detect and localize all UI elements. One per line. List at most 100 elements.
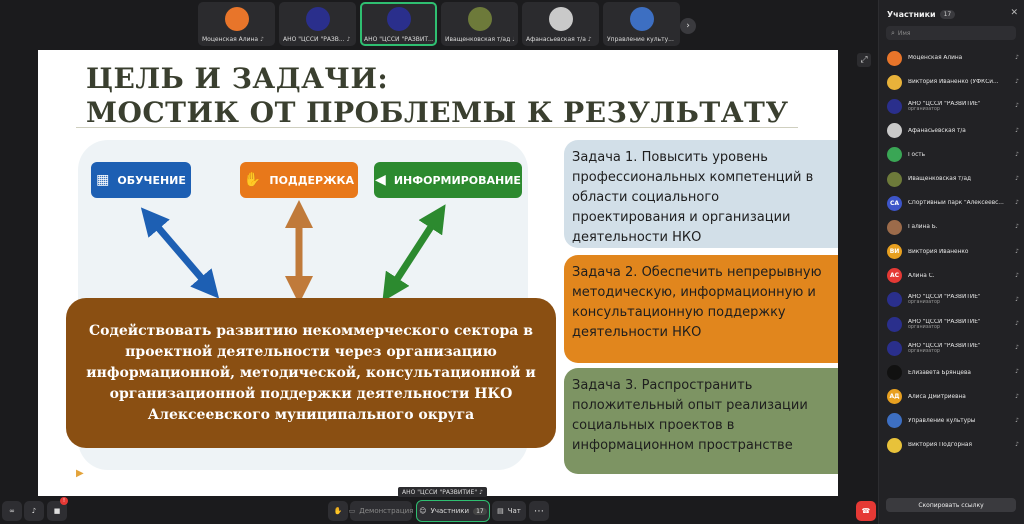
- participant-list-item[interactable]: СА Спортивный парк "Алексеевс... ♪: [879, 191, 1024, 215]
- chat-button[interactable]: ▤ Чат: [492, 501, 526, 521]
- participants-button[interactable]: ☺ Участники 17: [416, 500, 490, 522]
- participant-list-item[interactable]: АС Алина С. ♪: [879, 264, 1024, 288]
- participant-list-item[interactable]: Елизавета Брянцева ♪: [879, 360, 1024, 384]
- thumbnail-name: Афанасьевская т/а: [526, 36, 586, 43]
- participant-name: Алиса Дмитриевна: [908, 393, 966, 400]
- screen-share-label: Демонстрация: [359, 507, 414, 515]
- book-icon: ▦: [96, 172, 110, 188]
- arrow-education: [140, 207, 220, 299]
- participant-list-item[interactable]: Иващенковская т/ад ♪: [879, 167, 1024, 191]
- tag-education: ▦ ОБУЧЕНИЕ: [91, 162, 191, 198]
- thumbnail-label: Иващенковская т/ад♪: [445, 36, 514, 43]
- participant-list-item[interactable]: ВИ Виктория Иваненко ♪: [879, 240, 1024, 264]
- participant-info: Алина С.: [908, 273, 1008, 279]
- close-panel-button[interactable]: ✕: [1010, 8, 1018, 18]
- more-options-button[interactable]: ⋯: [529, 501, 549, 521]
- participants-list: Моценская Алина ♪ Виктория Иваненко (УФКСи…: [879, 46, 1024, 457]
- video-call-window: Моценская Алина ♪ АНО "ЦССИ "РАЗВ... ♪ АНО "…: [0, 0, 1024, 524]
- participant-thumbnails: Моценская Алина ♪ АНО "ЦССИ "РАЗВ... ♪ АНО "…: [198, 2, 680, 48]
- mic-off-icon: ♪: [1015, 295, 1019, 303]
- avatar: [629, 7, 654, 31]
- avatar: АД: [887, 389, 902, 405]
- participants-count-badge: 17: [939, 10, 956, 19]
- participant-name: Управление культуры: [908, 417, 976, 424]
- participant-search-input[interactable]: [897, 29, 1008, 37]
- mic-off-icon: ♪: [31, 507, 37, 515]
- thumbnail-label: Моценская Алина ♪: [202, 36, 271, 43]
- megaphone-icon: ◀: [375, 172, 386, 188]
- panel-title: Участники: [887, 10, 936, 19]
- camera-off-icon: ■: [53, 507, 61, 515]
- people-icon: ☺: [419, 507, 427, 515]
- mic-off-icon: ♪: [346, 36, 351, 43]
- avatar: [887, 74, 902, 90]
- task-1-box: Задача 1. Повысить уровень профессиональ…: [564, 140, 838, 248]
- participant-thumbnail[interactable]: Иващенковская т/ад♪: [441, 2, 518, 46]
- mic-off-icon: ♪: [1015, 223, 1019, 231]
- participant-name: Афанасьевская т/а: [908, 127, 966, 134]
- goal-text: Содействовать развитию некоммерческого с…: [86, 322, 536, 423]
- participant-info: Виктория Иваненко (УФКСи...: [908, 79, 1008, 85]
- chevron-right-icon: ›: [686, 21, 690, 31]
- avatar: [386, 7, 411, 31]
- participant-thumbnail[interactable]: Моценская Алина ♪: [198, 2, 275, 46]
- participant-thumbnail[interactable]: АНО "ЦССИ "РАЗВ... ♪: [279, 2, 356, 46]
- mic-off-icon: ♪: [1015, 271, 1019, 279]
- participant-list-item[interactable]: Афанасьевская т/а ♪: [879, 119, 1024, 143]
- participant-name: Елизавета Брянцева: [908, 369, 971, 376]
- participant-list-item[interactable]: АНО "ЦССИ "РАЗВИТИЕ" организатор ♪: [879, 94, 1024, 118]
- invite-link-button[interactable]: ∞: [2, 501, 22, 521]
- participant-role: организатор: [908, 348, 940, 354]
- participant-thumbnail[interactable]: АНО "ЦССИ "РАЗВИТ...♪: [360, 2, 437, 46]
- screen-share-icon: ▭: [348, 507, 356, 515]
- participant-thumbnail[interactable]: Управление культу...♪: [603, 2, 680, 46]
- participant-list-item[interactable]: Виктория Подгорная ♪: [879, 433, 1024, 457]
- close-icon: ✕: [1010, 8, 1018, 18]
- microphone-toggle[interactable]: ♪: [24, 501, 44, 521]
- participant-list-item[interactable]: АНО "ЦССИ "РАЗВИТИЕ" организатор ♪: [879, 288, 1024, 312]
- panel-header: Участники 17: [887, 10, 956, 19]
- participant-list-item[interactable]: АД Алиса Дмитриевна ♪: [879, 385, 1024, 409]
- mic-off-icon: ♪: [1015, 199, 1019, 207]
- participant-role: организатор: [908, 300, 940, 306]
- leave-call-button[interactable]: ☎: [856, 501, 876, 521]
- raise-hand-button[interactable]: ✋: [328, 501, 348, 521]
- avatar: [887, 316, 902, 332]
- avatar: [887, 340, 902, 356]
- mic-off-icon: ♪: [1015, 368, 1019, 376]
- participant-list-item[interactable]: Гость ♪: [879, 143, 1024, 167]
- mic-off-icon: ♪: [1015, 174, 1019, 182]
- participant-info: АНО "ЦССИ "РАЗВИТИЕ" организатор: [908, 294, 1008, 305]
- thumbnails-next-button[interactable]: ›: [680, 18, 696, 34]
- participant-info: Виктория Подгорная: [908, 442, 1008, 448]
- participant-thumbnail[interactable]: Афанасьевская т/а ♪: [522, 2, 599, 46]
- participants-button-count: 17: [473, 507, 487, 515]
- more-icon: ⋯: [534, 505, 544, 517]
- participant-list-item[interactable]: Моценская Алина ♪: [879, 46, 1024, 70]
- participant-info: Моценская Алина: [908, 55, 1008, 61]
- thumbnail-name: Моценская Алина: [202, 36, 259, 43]
- participant-list-item[interactable]: Галина Б. ♪: [879, 215, 1024, 239]
- mic-off-icon: ♪: [512, 36, 514, 43]
- participant-info: Галина Б.: [908, 224, 1008, 230]
- thumbnail-label: Управление культу...♪: [607, 36, 676, 43]
- tag-inform: ◀ ИНФОРМИРОВАНИЕ: [374, 162, 522, 198]
- participant-list-item[interactable]: Управление культуры ♪: [879, 409, 1024, 433]
- participant-name: Гость: [908, 151, 926, 158]
- avatar: ВИ: [887, 244, 902, 260]
- participant-info: Виктория Иваненко: [908, 249, 1008, 255]
- avatar: [887, 123, 902, 139]
- participant-list-item[interactable]: Виктория Иваненко (УФКСи... ♪: [879, 70, 1024, 94]
- copy-link-button[interactable]: Скопировать ссылку: [886, 498, 1016, 512]
- avatar: АС: [887, 268, 902, 284]
- expand-icon: ⤢: [860, 55, 868, 65]
- participant-info: Елизавета Брянцева: [908, 370, 1008, 376]
- fullscreen-button[interactable]: ⤢: [857, 53, 871, 67]
- screen-share-button[interactable]: ▭ Демонстрация: [348, 501, 414, 521]
- tag-inform-label: ИНФОРМИРОВАНИЕ: [393, 173, 521, 187]
- link-icon: ∞: [9, 507, 15, 515]
- participant-list-item[interactable]: АНО "ЦССИ "РАЗВИТИЕ" организатор ♪: [879, 336, 1024, 360]
- participant-list-item[interactable]: АНО "ЦССИ "РАЗВИТИЕ" организатор ♪: [879, 312, 1024, 336]
- participant-search: ⌕: [886, 26, 1016, 40]
- participant-name: Виктория Иваненко: [908, 248, 969, 255]
